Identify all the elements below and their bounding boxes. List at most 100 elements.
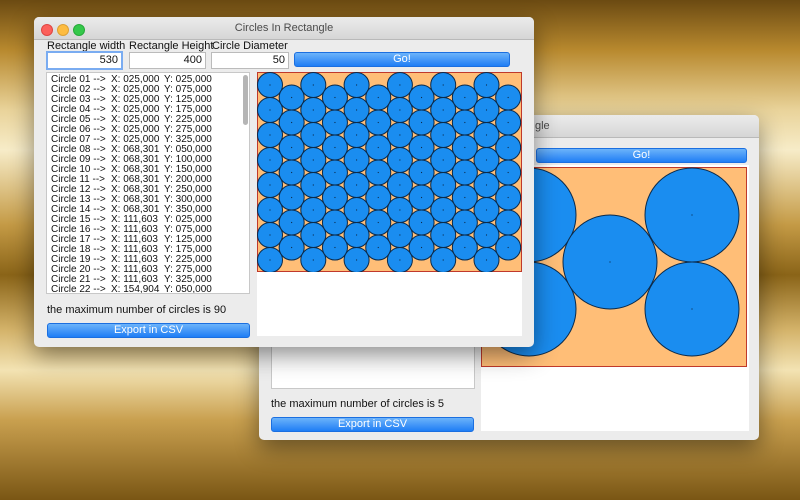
back-status-text: the maximum number of circles is 5 (271, 398, 444, 410)
go-button[interactable]: Go! (294, 52, 510, 67)
circle-center-dot (269, 234, 271, 236)
circle-center-dot (485, 109, 488, 111)
circle-center-dot (507, 121, 509, 124)
circle-center-dot (464, 221, 466, 224)
circle-center-dot (377, 196, 379, 199)
circle-center-dot (442, 234, 444, 236)
diameter-input[interactable]: 50 (211, 52, 289, 69)
front-titlebar[interactable]: Circles In Rectangle (34, 17, 534, 40)
circle-center-dot (485, 84, 488, 86)
circle-center-dot (442, 259, 444, 261)
diameter-label: Circle Diameter (212, 40, 288, 52)
circle-center-dot (312, 184, 314, 186)
circle-center-dot (507, 196, 509, 199)
circle-center-dot (485, 159, 488, 161)
circle-rows: Circle 01 --> X: 025,000 Y: 025,000 Circle … (47, 73, 249, 294)
circle-x: X: 154,904 (111, 284, 160, 294)
circle-center-dot (291, 96, 293, 99)
export-csv-button[interactable]: Export in CSV (47, 323, 250, 338)
circle-center-dot (377, 121, 379, 124)
back-export-button[interactable]: Export in CSV (271, 417, 474, 432)
circle-center-dot (609, 261, 611, 263)
close-window-button[interactable] (41, 24, 53, 36)
result-rectangle (257, 72, 522, 272)
window-title: Circles In Rectangle (234, 22, 334, 34)
list-scrollbar[interactable] (243, 75, 248, 125)
circle-center-dot (507, 96, 509, 99)
circle-center-dot (442, 109, 444, 111)
circle-name: Circle 22 --> (51, 284, 106, 294)
circle-center-dot (464, 171, 466, 174)
circle-center-dot (269, 109, 271, 111)
front-window: Circles In Rectangle Rectangle width Rec… (34, 17, 534, 347)
circle-center-dot (464, 121, 466, 124)
circle-center-dot (291, 121, 293, 124)
circle-center-dot (442, 159, 444, 161)
circle-center-dot (356, 134, 358, 136)
circle-center-dot (442, 134, 444, 136)
circle-center-dot (356, 234, 358, 236)
width-input[interactable]: 530 (46, 51, 123, 70)
circle-center-dot (377, 221, 379, 224)
circle-center-dot (464, 196, 466, 199)
circle-center-dot (269, 259, 271, 261)
list-item[interactable]: Circle 22 --> X: 154,904 Y: 050,000 (47, 285, 249, 294)
circle-center-dot (356, 159, 358, 161)
circle-center-dot (464, 96, 466, 99)
circle-center-dot (420, 96, 423, 99)
circle-center-dot (691, 214, 693, 216)
circle-center-dot (377, 96, 379, 99)
circle-center-dot (377, 146, 379, 149)
height-input[interactable]: 400 (129, 52, 206, 69)
circle-center-dot (442, 84, 444, 86)
circle-center-dot (334, 171, 336, 174)
circle-center-dot (507, 246, 509, 249)
circle-center-dot (334, 246, 336, 249)
circle-center-dot (442, 209, 444, 211)
circle-center-dot (485, 234, 488, 236)
circle-y: Y: 050,000 (164, 284, 212, 294)
circle-center-dot (291, 196, 293, 199)
circle-center-dot (420, 171, 423, 174)
circle-center-dot (464, 246, 466, 249)
back-window-title: gle (535, 120, 550, 132)
circle-center-dot (334, 221, 336, 224)
circle-center-dot (442, 184, 444, 186)
circle-center-dot (377, 171, 379, 174)
circle-center-dot (485, 134, 488, 136)
back-go-button[interactable]: Go! (536, 148, 747, 163)
circle-center-dot (399, 84, 401, 86)
circle-center-dot (507, 221, 509, 224)
circle-center-dot (334, 121, 336, 124)
circle-center-dot (312, 159, 314, 161)
circle-center-dot (312, 259, 314, 261)
circle-center-dot (291, 246, 293, 249)
circle-center-dot (507, 146, 509, 149)
circle-center-dot (377, 246, 379, 249)
drawing-panel (257, 72, 522, 336)
circle-center-dot (269, 209, 271, 211)
zoom-window-button[interactable] (73, 24, 85, 36)
circle-center-dot (356, 184, 358, 186)
circle-center-dot (507, 171, 509, 174)
circle-center-dot (291, 146, 293, 149)
circle-center-dot (312, 209, 314, 211)
circle-center-dot (399, 109, 401, 111)
circle-center-dot (291, 171, 293, 174)
circle-center-dot (485, 184, 488, 186)
circle-center-dot (312, 134, 314, 136)
status-text: the maximum number of circles is 90 (47, 304, 227, 316)
circle-center-dot (356, 109, 358, 111)
circle-center-dot (399, 209, 401, 211)
circle-center-dot (399, 184, 401, 186)
circle-center-dot (334, 196, 336, 199)
circle-center-dot (334, 96, 336, 99)
circle-center-dot (420, 121, 423, 124)
circle-center-dot (334, 146, 336, 149)
circle-center-dot (485, 209, 488, 211)
circle-center-dot (269, 184, 271, 186)
circle-list[interactable]: Circle 01 --> X: 025,000 Y: 025,000 Circle … (46, 72, 250, 294)
circle-center-dot (312, 109, 314, 111)
circle-center-dot (420, 196, 423, 199)
minimize-window-button[interactable] (57, 24, 69, 36)
